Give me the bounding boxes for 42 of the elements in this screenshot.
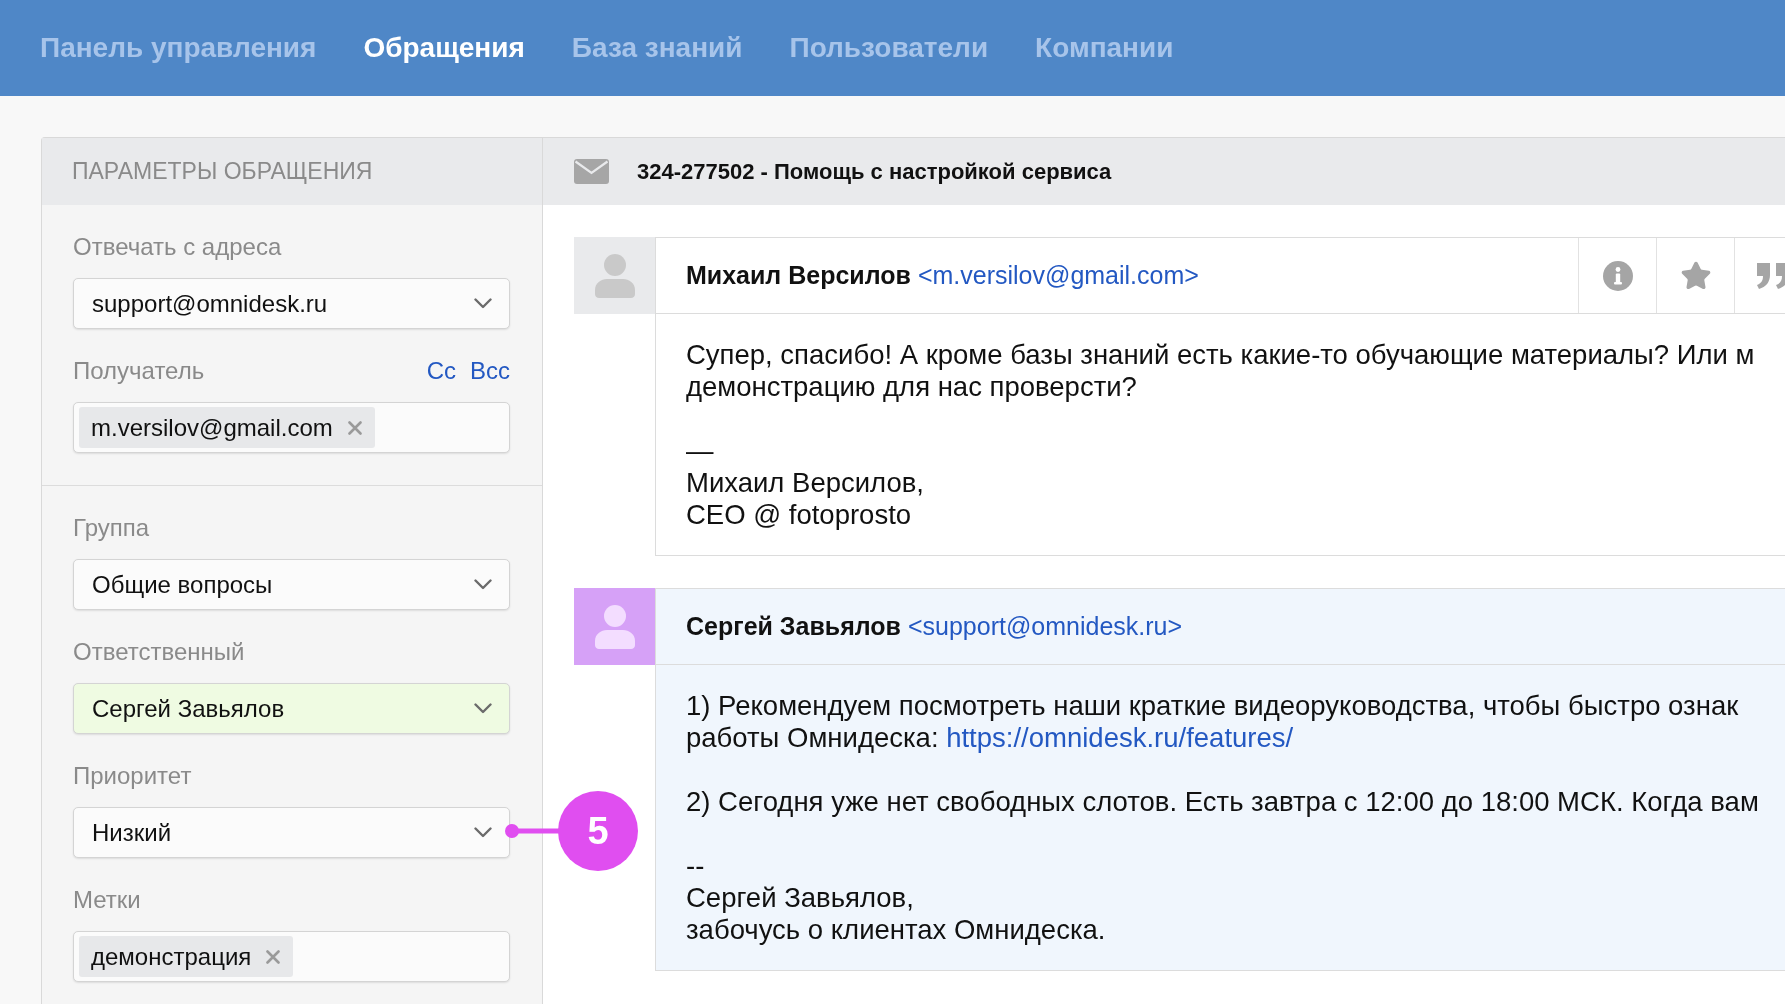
tag-input-field[interactable]: демонстрация <box>73 931 510 982</box>
close-icon <box>347 420 362 435</box>
ticket-title: 324-277502 - Помощь с настройкой сервиса <box>637 158 1112 186</box>
select-dropdown[interactable]: Низкий <box>73 807 510 858</box>
link[interactable]: Cc <box>426 353 456 389</box>
mail-icon <box>574 159 609 184</box>
panel-title: ПАРАМЕТРЫ ОБРАЩЕНИЯ <box>72 157 373 187</box>
chevron-down-icon <box>474 703 492 714</box>
field-label: Приоритет <box>73 761 192 791</box>
link[interactable]: Bcc <box>470 353 510 389</box>
message-paragraph: 1) Рекомендуем посмотреть наши краткие видеоруководства, чтобы быстро ознак работы Омнидеска: https://omnidesk.ru/features/ <box>686 690 1740 754</box>
tag-input-field[interactable]: m.versilov@gmail.com <box>73 402 510 453</box>
tag-text: демонстрация <box>91 941 252 972</box>
chevron-down-icon <box>474 298 492 309</box>
info-icon <box>1602 260 1633 291</box>
author-name: Сергей Завьялов <box>686 610 901 642</box>
person-avatar-icon <box>574 588 655 665</box>
author-email-link[interactable]: <support@omnidesk.ru> <box>907 607 1183 646</box>
message-paragraph: -- Сергей Завьялов, забочусь о клиентах Омнидеска. <box>686 850 1107 946</box>
author-email-link[interactable]: <m.versilov@gmail.com> <box>917 256 1199 295</box>
leader-line <box>505 824 561 838</box>
quote-icon <box>1756 262 1785 289</box>
close-icon <box>266 949 281 964</box>
message-paragraph: — Михаил Версилов, CEO @ fotoprosto <box>686 435 925 531</box>
field-label: Группа <box>73 513 150 543</box>
select-dropdown[interactable]: Общие вопросы <box>73 559 510 610</box>
author-name: Михаил Версилов <box>686 259 911 291</box>
field-label: Отвечать с адреса <box>73 232 282 262</box>
field-label: Получатель <box>73 356 205 386</box>
chevron-down-icon <box>474 579 492 590</box>
star-icon <box>1679 259 1712 292</box>
chevron-down-icon <box>474 827 492 838</box>
message-paragraph: 2) Сегодня уже нет свободных слотов. Есть завтра с 12:00 до 18:00 МСК. Когда вам <box>686 786 1760 818</box>
field-label: Ответственный <box>73 637 245 667</box>
select-dropdown[interactable]: Сергей Завьялов <box>73 683 510 734</box>
person-avatar-icon <box>574 237 655 314</box>
message-paragraph: Супер, спасибо! А кроме базы знаний есть какие-то обучающие материалы? Или м демонстрацию для нас проверсти? <box>686 339 1756 403</box>
select-dropdown[interactable]: support@omnidesk.ru <box>73 278 510 329</box>
tag-text: m.versilov@gmail.com <box>91 412 333 443</box>
field-label: Метки <box>73 885 141 915</box>
link[interactable]: https://omnidesk.ru/features/ <box>946 722 1294 753</box>
nav-tab[interactable]: Обращения <box>363 27 525 69</box>
